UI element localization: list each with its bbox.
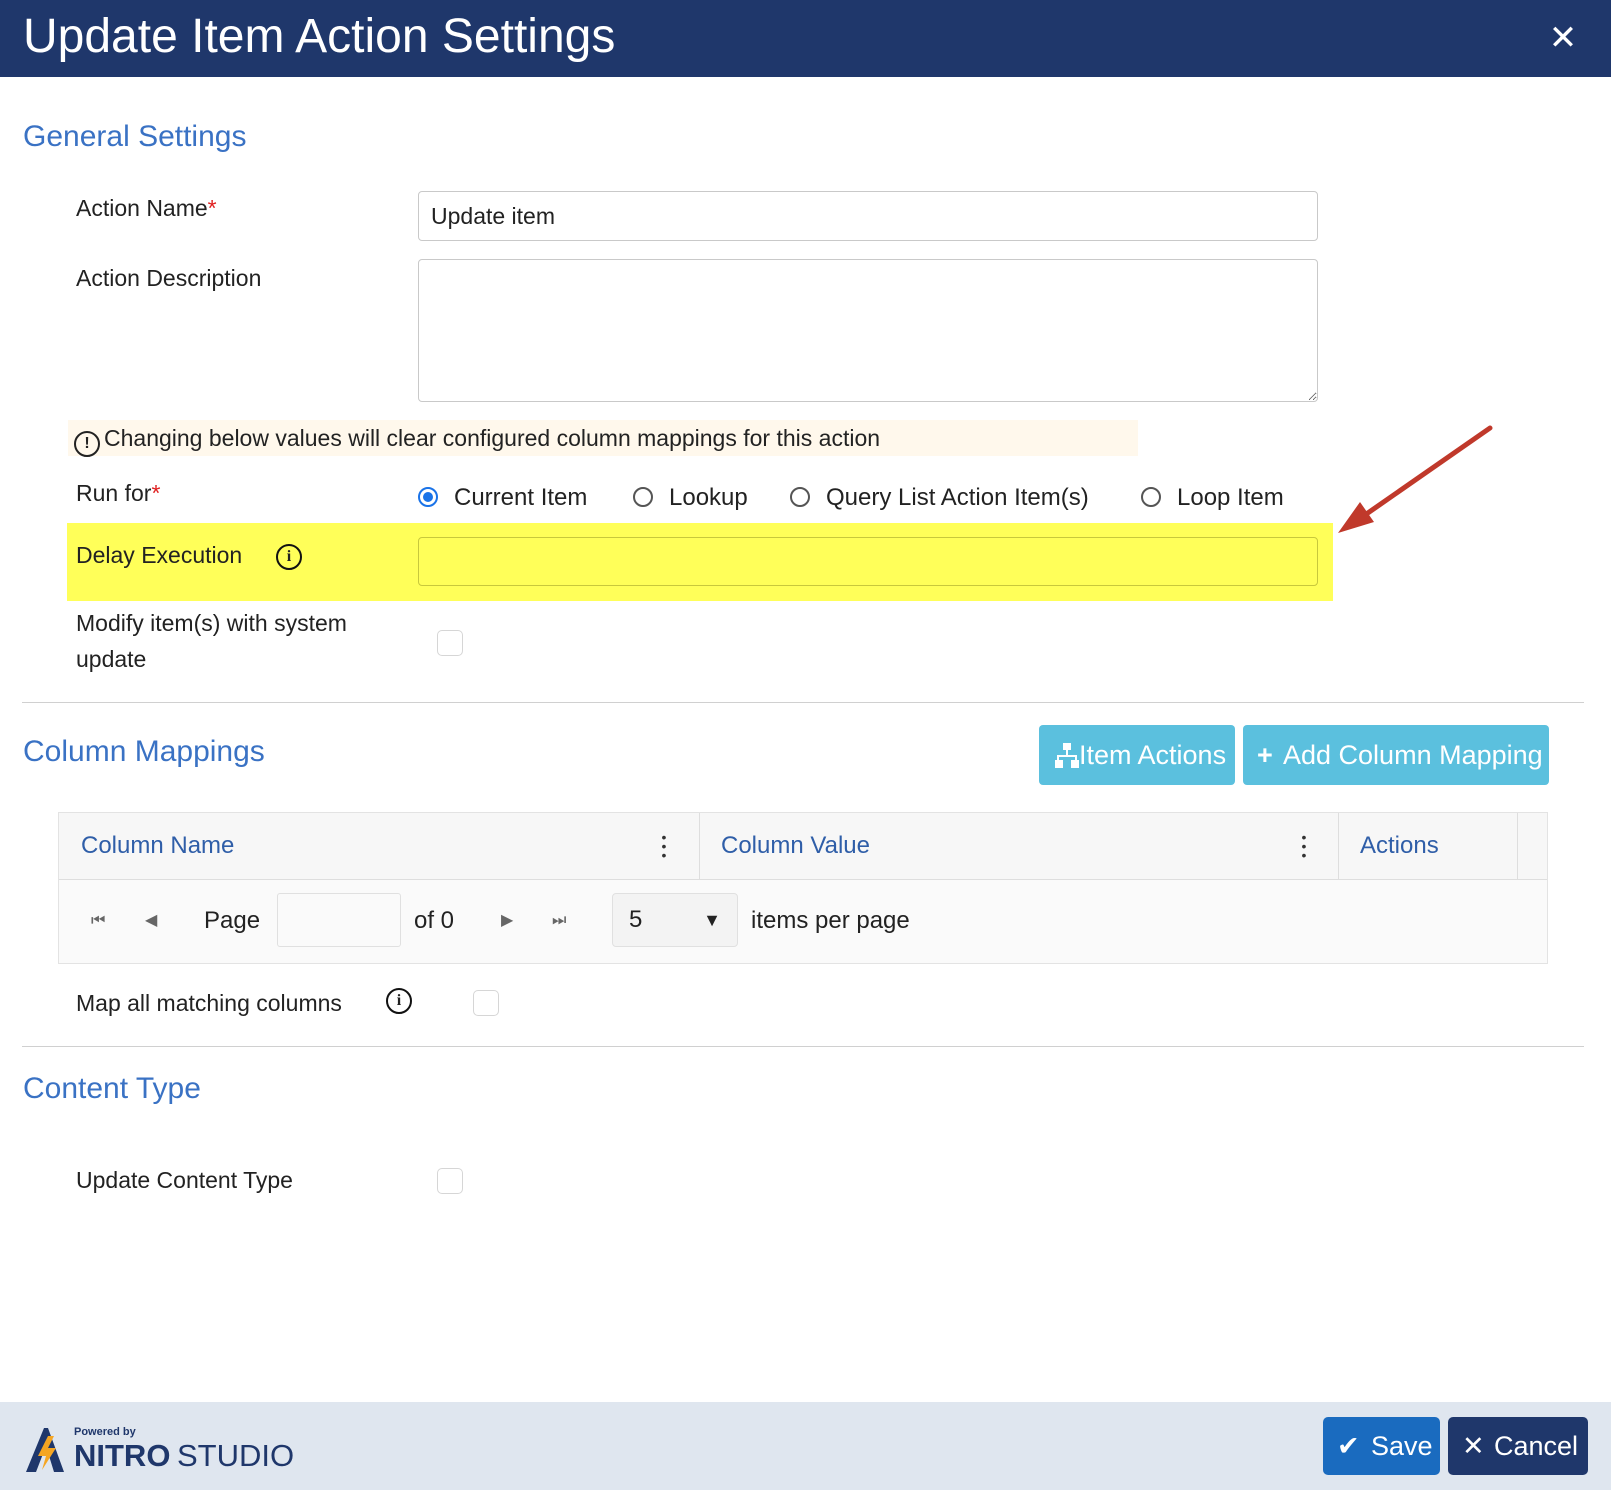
items-per-page-label: items per page [751, 907, 910, 934]
check-icon: ✔ [1337, 1431, 1360, 1461]
first-page-icon[interactable]: ⏮ [91, 903, 105, 939]
next-page-icon[interactable]: ▶ [501, 903, 513, 939]
column-separator [1517, 813, 1518, 879]
nitro-logo-icon [26, 1428, 64, 1472]
action-name-label: Action Name* [76, 190, 217, 226]
content-type-title: Content Type [23, 1072, 201, 1105]
update-content-type-checkbox[interactable] [437, 1168, 463, 1194]
save-button[interactable]: ✔ Save [1323, 1417, 1440, 1475]
radio-label: Lookup [669, 484, 748, 511]
page-size-select[interactable]: 5 ▼ [612, 893, 738, 947]
powered-by-text: Powered by [74, 1426, 136, 1438]
plus-icon: + [1257, 740, 1273, 770]
page-size-value: 5 [629, 906, 643, 933]
item-actions-label: Item Actions [1079, 740, 1227, 770]
close-icon[interactable]: ✕ [1545, 20, 1581, 56]
delay-execution-label: Delay Execution [76, 542, 243, 568]
page-number-input[interactable] [277, 893, 401, 947]
page-label: Page [204, 907, 261, 934]
action-name-label-text: Action Name [76, 195, 208, 221]
run-for-label-text: Run for [76, 480, 152, 506]
radio-label: Query List Action Item(s) [826, 484, 1089, 511]
modify-system-update-line2: update [76, 646, 147, 672]
modify-system-update-line1: Modify item(s) with system [76, 610, 347, 636]
radio-unselected-icon[interactable] [790, 487, 810, 507]
map-all-columns-label: Map all matching columns [76, 990, 342, 1016]
nitro-studio-logo: Powered by NITRO STUDIO [24, 1422, 294, 1478]
item-actions-button[interactable]: Item Actions [1039, 725, 1235, 785]
action-description-label: Action Description [76, 265, 262, 291]
radio-unselected-icon[interactable] [633, 487, 653, 507]
column-mappings-grid: Column Name • • • Column Value • • • Actions… [58, 812, 1548, 964]
brand-nitro: NITRO [74, 1438, 171, 1473]
previous-page-icon[interactable]: ◀ [145, 903, 157, 939]
dialog-title: Update Item Action Settings [23, 10, 616, 63]
radio-label: Current Item [454, 484, 588, 511]
page-count-label: of 0 [414, 907, 455, 934]
dialog-footer: Powered by NITRO STUDIO ✔ Save ✕ Cancel [0, 1402, 1611, 1490]
modify-system-update-checkbox[interactable] [437, 630, 463, 656]
action-name-input[interactable] [418, 191, 1318, 241]
column-separator [699, 813, 700, 879]
column-separator [1338, 813, 1339, 879]
action-description-input[interactable] [418, 259, 1318, 402]
required-marker: * [151, 480, 161, 506]
warning-banner: ! Changing below values will clear config… [68, 420, 1138, 457]
radio-selected-icon[interactable] [418, 487, 438, 507]
delay-execution-input[interactable] [418, 537, 1318, 586]
info-icon[interactable]: i [386, 988, 412, 1014]
section-divider [22, 702, 1584, 703]
cancel-button[interactable]: ✕ Cancel [1448, 1417, 1588, 1475]
close-icon: ✕ [1462, 1431, 1485, 1461]
warning-text: Changing below values will clear configu… [104, 425, 881, 451]
column-menu-icon[interactable]: • • • [1301, 830, 1307, 862]
radio-label: Loop Item [1177, 484, 1284, 511]
grid-header: Column Name • • • Column Value • • • Actions [59, 813, 1547, 880]
add-column-mapping-label: Add Column Mapping [1283, 740, 1543, 770]
general-settings-title: General Settings [23, 120, 247, 153]
column-mappings-title: Column Mappings [23, 735, 265, 768]
save-label: Save [1371, 1431, 1433, 1461]
column-menu-icon[interactable]: • • • [661, 830, 667, 862]
radio-unselected-icon[interactable] [1141, 487, 1161, 507]
info-icon[interactable]: i [276, 544, 302, 570]
add-column-mapping-button[interactable]: + Add Column Mapping [1243, 725, 1549, 785]
column-value-header[interactable]: Column Value [721, 813, 870, 879]
dialog-header: Update Item Action Settings ✕ [0, 0, 1611, 77]
modify-system-update-label: Modify item(s) with system update [76, 605, 347, 677]
grid-pager: ⏮ ◀ Page of 0 ▶ ⏭ 5 ▼ items per page [59, 879, 1547, 963]
map-all-columns-checkbox[interactable] [473, 990, 499, 1016]
section-divider [22, 1046, 1584, 1047]
cancel-label: Cancel [1494, 1431, 1579, 1461]
annotation-arrow-icon [1338, 425, 1493, 533]
exclamation-icon: ! [74, 431, 100, 457]
caret-down-icon: ▼ [703, 910, 721, 930]
required-marker: * [207, 195, 217, 221]
last-page-icon[interactable]: ⏭ [552, 903, 566, 939]
run-for-label: Run for* [76, 475, 160, 511]
update-content-type-label: Update Content Type [76, 1167, 293, 1193]
actions-header: Actions [1360, 832, 1439, 859]
brand-studio: STUDIO [177, 1438, 295, 1473]
column-name-header[interactable]: Column Name [81, 813, 234, 879]
